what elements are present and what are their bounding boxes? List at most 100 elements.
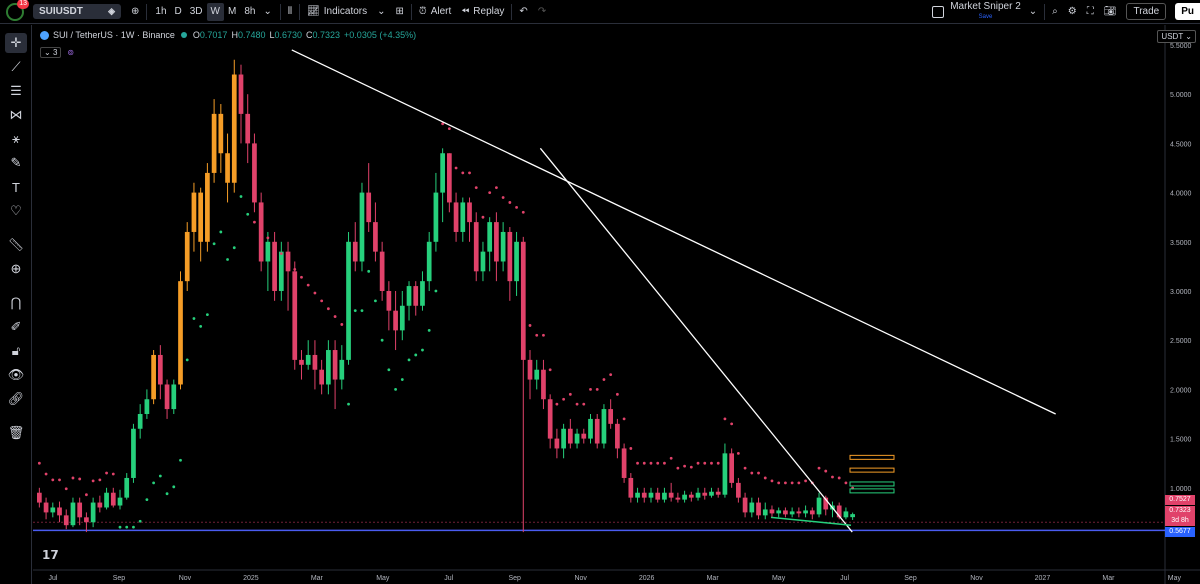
psar-dot: [111, 472, 115, 476]
app-logo[interactable]: 13: [6, 0, 29, 21]
templates-button[interactable]: ⊞: [391, 0, 409, 24]
candle-body: [399, 305, 405, 331]
timeframe-1d[interactable]: D: [171, 6, 186, 17]
indicators-button[interactable]: 📈︎ Indicators ⌄: [302, 0, 390, 24]
divider: [146, 3, 148, 20]
text-tool[interactable]: T: [5, 177, 27, 197]
psar-dot: [508, 201, 512, 204]
candle-body: [426, 241, 432, 282]
psar-dot: [770, 479, 774, 483]
timeframe-1h[interactable]: 1h: [151, 6, 170, 17]
magnet-tool[interactable]: ⋂: [5, 293, 27, 313]
candle-body: [43, 502, 49, 513]
currency-selector[interactable]: USDT ⌄: [1157, 30, 1196, 43]
indicators-toggle[interactable]: ⌄ 3: [40, 47, 62, 58]
psar-dot: [132, 525, 135, 529]
psar-dot: [380, 338, 384, 342]
candle-body: [84, 517, 89, 523]
psar-dot: [548, 368, 552, 372]
timeframe-8h[interactable]: 8h: [240, 6, 259, 17]
psar-dot: [226, 258, 229, 261]
psar-dot: [51, 478, 55, 482]
psar-dot: [205, 313, 209, 317]
fib-tool[interactable]: ☰: [5, 81, 27, 101]
layout-checkbox[interactable]: [932, 5, 945, 18]
stay-drawing-tool[interactable]: ✐: [5, 317, 27, 337]
candle-body: [487, 222, 493, 252]
alert-button[interactable]: ⏰︎ Alert: [414, 0, 456, 24]
x-tick-label: Mar: [707, 575, 720, 582]
candle-body: [581, 433, 587, 439]
prediction-tool[interactable]: ⚹: [5, 129, 27, 149]
redo-button[interactable]: ↷: [533, 0, 551, 24]
candle-body: [467, 202, 472, 223]
y-tick-label: 4.5000: [1170, 141, 1192, 148]
candle-body: [453, 202, 459, 232]
price-tag-countdown: 3d 8h: [1165, 516, 1195, 526]
brush-icon: ✎: [10, 155, 22, 170]
trash-icon: 🗑︎: [7, 425, 25, 440]
candle-body: [749, 502, 755, 513]
layout-menu[interactable]: Market Sniper 2 Save ⌄: [927, 0, 1042, 24]
quick-search-button[interactable]: ⌕: [1047, 0, 1063, 24]
psar-dot: [542, 333, 545, 337]
symbol-search[interactable]: SUIUSDT ◈: [33, 4, 121, 19]
psar-dot: [501, 196, 505, 199]
candle-body: [742, 497, 748, 513]
candle-body: [110, 492, 116, 506]
undo-button[interactable]: ↶: [514, 0, 532, 24]
psar-dot: [333, 315, 337, 318]
candle-body: [574, 433, 580, 444]
timeframe-1w[interactable]: W: [206, 2, 224, 21]
add-symbol-button[interactable]: ⊕: [126, 0, 144, 24]
trendline-tool[interactable]: ⟋: [5, 57, 27, 77]
candle-body: [366, 192, 372, 223]
legend-low: 0.6730: [274, 30, 303, 40]
psar-dot: [730, 422, 734, 426]
fullscreen-button[interactable]: ⛶: [1082, 0, 1099, 24]
candle-body: [326, 350, 331, 385]
candle-body: [561, 428, 566, 449]
snapshot-button[interactable]: 📷︎: [1099, 0, 1122, 24]
legend-close: 0.7323: [312, 30, 341, 40]
redo-icon: ↷: [537, 6, 547, 17]
settings-button[interactable]: ⚙︎: [1063, 0, 1082, 24]
remove-tool[interactable]: 🗑︎: [5, 423, 27, 443]
lock-icon: 🔓︎: [11, 343, 21, 358]
replay-button[interactable]: ⏪︎ Replay: [456, 0, 509, 24]
publish-button[interactable]: Pu: [1175, 3, 1200, 20]
psar-dot: [710, 461, 713, 465]
measure-tool[interactable]: 📏︎: [5, 235, 27, 255]
chart-type-button[interactable]: ⫴: [283, 0, 297, 24]
candle-body: [305, 354, 311, 365]
trade-button[interactable]: Trade: [1126, 3, 1167, 20]
psar-dot: [118, 525, 122, 529]
trade-wrap: Trade: [1121, 0, 1175, 24]
price-chart[interactable]: 5.5000 5.0000 4.5000 4.0000 3.5000 3.0000 2.50…: [33, 25, 1200, 584]
crosshair-tool[interactable]: ✛: [5, 33, 27, 53]
psar-dot: [837, 476, 841, 480]
x-tick-label: 2025: [243, 575, 259, 582]
lock-tool[interactable]: 🔓︎: [5, 341, 27, 361]
candle-body: [379, 251, 385, 291]
timeframe-1m[interactable]: M: [224, 6, 240, 17]
candle-body: [258, 202, 264, 262]
indicators-icon: 📈︎: [307, 6, 320, 17]
candle-body: [205, 172, 210, 242]
hide-tool[interactable]: 👁︎: [5, 365, 27, 385]
timeframe-dropdown-icon[interactable]: ⌄: [259, 6, 275, 17]
psar-dot: [689, 465, 693, 469]
psar-dot: [696, 461, 700, 465]
psar-dot: [78, 477, 82, 481]
psar-dot: [353, 309, 357, 313]
indicator-icon[interactable]: ⊚: [67, 48, 74, 57]
timeframe-3d[interactable]: 3D: [186, 6, 207, 17]
candle-body: [594, 418, 600, 444]
link-tool[interactable]: 🔗︎: [5, 389, 27, 409]
pattern-tool[interactable]: ⋈: [5, 105, 27, 125]
brush-tool[interactable]: ✎: [5, 153, 27, 173]
psar-dot: [387, 368, 391, 372]
candle-body: [843, 511, 849, 518]
icon-tool[interactable]: ♡: [5, 201, 27, 221]
zoom-tool[interactable]: ⊕: [5, 259, 27, 279]
